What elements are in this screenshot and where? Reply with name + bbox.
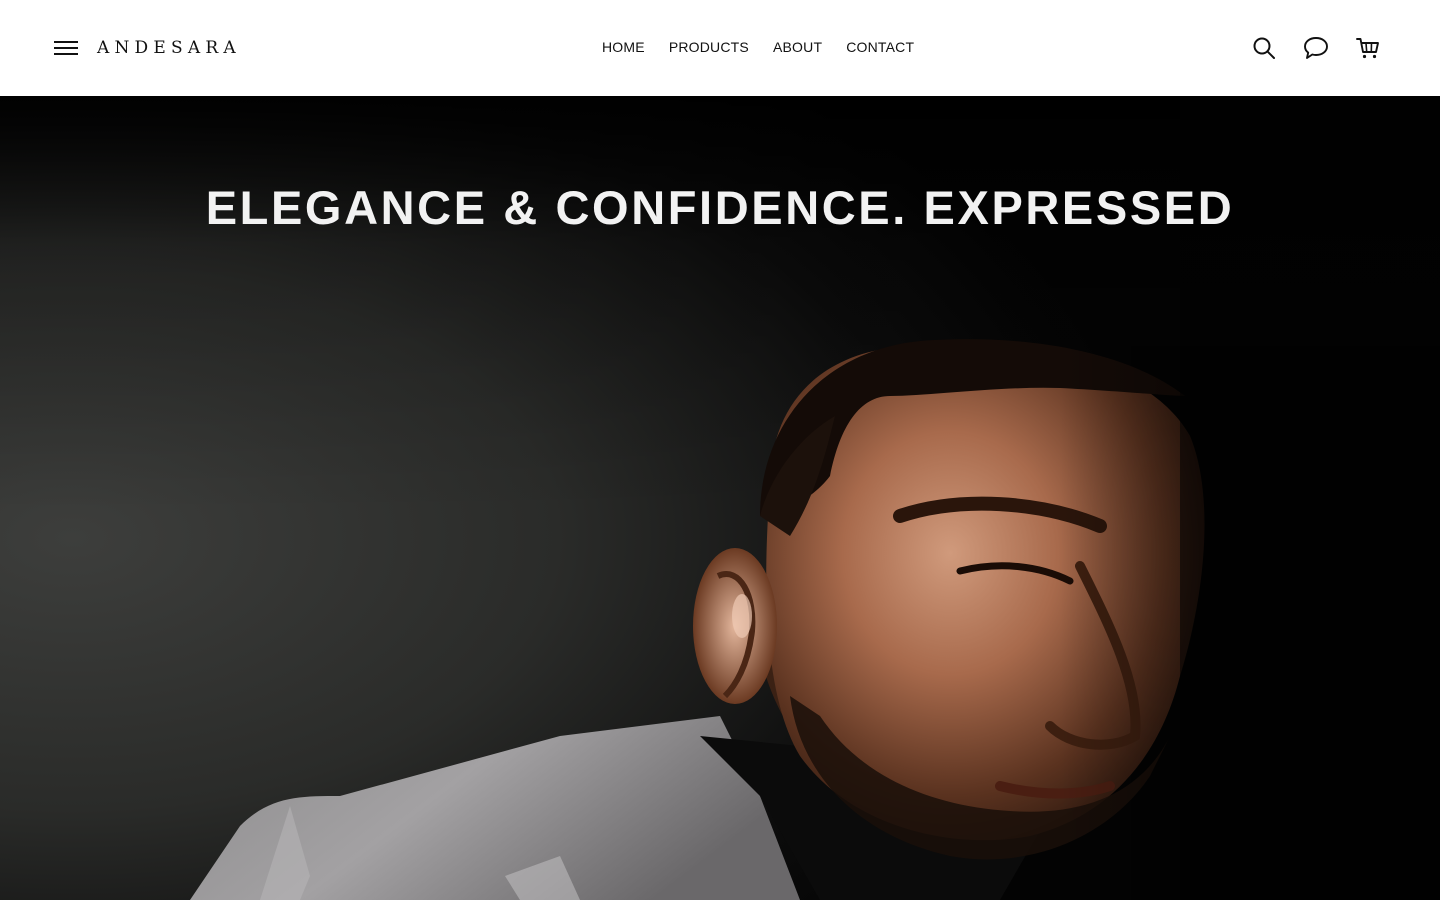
- nav-home[interactable]: HOME: [602, 36, 645, 58]
- chat-icon[interactable]: [1303, 34, 1329, 62]
- hero-banner: ELEGANCE & CONFIDENCE. EXPRESSED: [0, 96, 1440, 900]
- nav-products[interactable]: PRODUCTS: [669, 36, 749, 58]
- brand-logo[interactable]: ANDESARA: [97, 36, 241, 60]
- cart-icon[interactable]: [1355, 34, 1381, 62]
- search-icon[interactable]: [1251, 34, 1277, 62]
- hamburger-menu-icon[interactable]: [52, 38, 80, 58]
- site-header: ANDESARA HOME PRODUCTS ABOUT CONTACT: [0, 0, 1440, 96]
- nav-contact[interactable]: CONTACT: [846, 36, 914, 58]
- hero-headline: ELEGANCE & CONFIDENCE. EXPRESSED: [205, 181, 1235, 234]
- nav-about[interactable]: ABOUT: [773, 36, 822, 58]
- main-nav: HOME PRODUCTS ABOUT CONTACT: [602, 36, 914, 58]
